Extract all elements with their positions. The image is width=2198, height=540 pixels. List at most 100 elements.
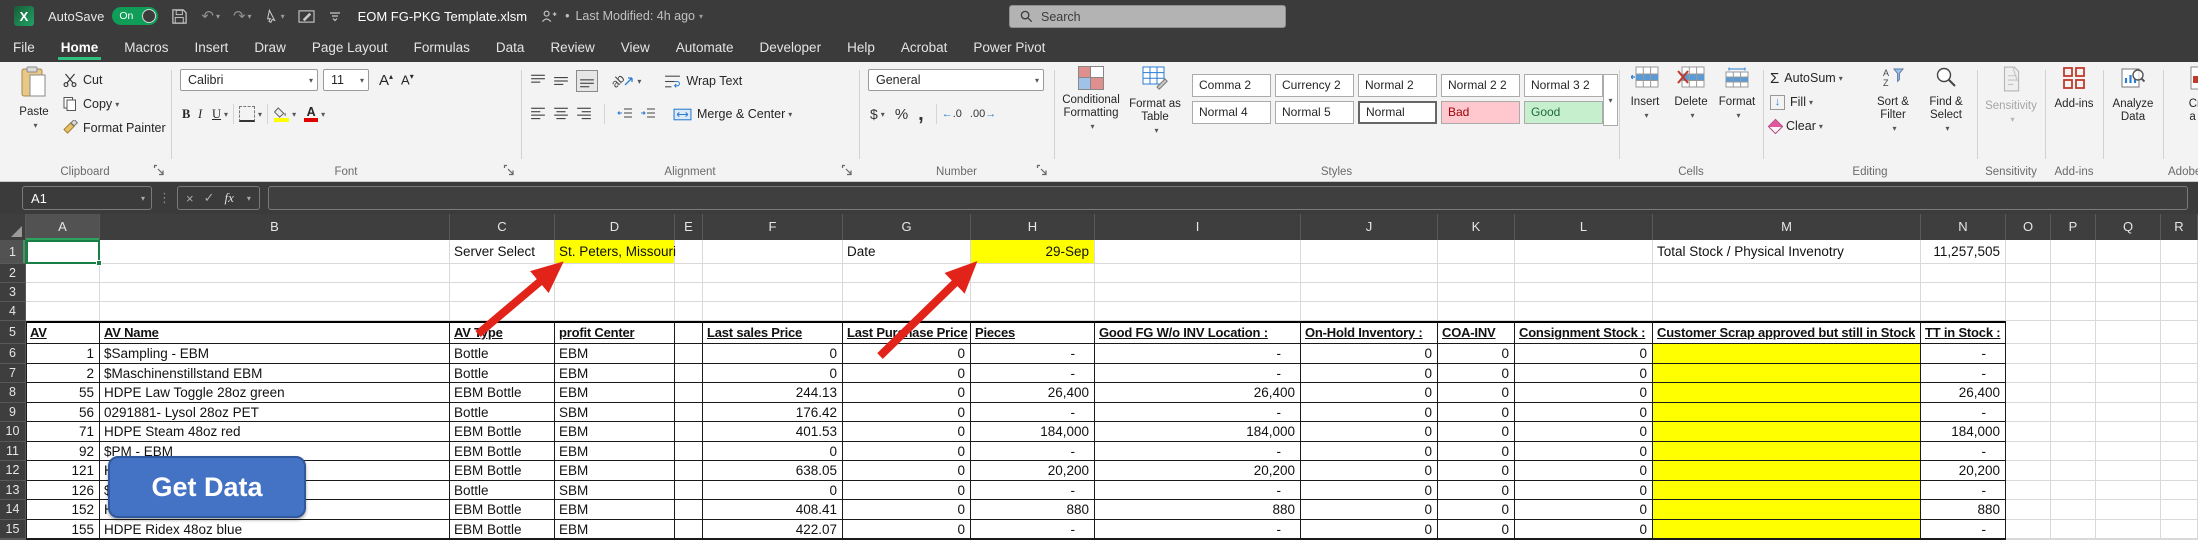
cell-H8[interactable] bbox=[971, 383, 1095, 403]
cell-E6[interactable] bbox=[675, 344, 703, 364]
cell-B15[interactable] bbox=[100, 520, 450, 540]
cell-G13[interactable] bbox=[843, 481, 971, 501]
name-box-splitter[interactable]: ⋮ bbox=[158, 190, 171, 206]
col-header-K[interactable]: K bbox=[1438, 214, 1515, 240]
cell-R8[interactable] bbox=[2161, 383, 2198, 403]
cell-I1[interactable] bbox=[1095, 240, 1301, 264]
cell-O11[interactable] bbox=[2006, 442, 2051, 462]
cell-Q13[interactable] bbox=[2096, 481, 2161, 501]
cell-N2[interactable] bbox=[1921, 264, 2006, 283]
col-header-E[interactable]: E bbox=[675, 214, 703, 240]
cell-E12[interactable] bbox=[675, 461, 703, 481]
cell-M11[interactable] bbox=[1653, 442, 1921, 462]
fill-color-button[interactable] bbox=[273, 107, 289, 122]
cell-M3[interactable] bbox=[1653, 283, 1921, 302]
alignment-dialog-launcher[interactable] bbox=[841, 164, 855, 178]
cell-E7[interactable] bbox=[675, 364, 703, 384]
cell-Q8[interactable] bbox=[2096, 383, 2161, 403]
cell-A12[interactable] bbox=[26, 461, 100, 481]
cell-A7[interactable] bbox=[26, 364, 100, 384]
cell-K6[interactable] bbox=[1438, 344, 1515, 364]
cell-B7[interactable] bbox=[100, 364, 450, 384]
cell-H5[interactable] bbox=[971, 321, 1095, 344]
cell-K5[interactable] bbox=[1438, 321, 1515, 344]
bold-button[interactable]: B bbox=[182, 107, 198, 122]
cell-H10[interactable] bbox=[971, 422, 1095, 442]
cell-O4[interactable] bbox=[2006, 302, 2051, 321]
search-input[interactable]: Search bbox=[1009, 5, 1286, 28]
cell-Q15[interactable] bbox=[2096, 520, 2161, 540]
cell-E14[interactable] bbox=[675, 500, 703, 520]
orientation-button[interactable]: ab ▾ bbox=[611, 74, 641, 88]
cell-R3[interactable] bbox=[2161, 283, 2198, 302]
cell-N3[interactable] bbox=[1921, 283, 2006, 302]
style-normal-3-2[interactable]: Normal 3 2 bbox=[1524, 74, 1603, 97]
cell-A11[interactable] bbox=[26, 442, 100, 462]
cell-H15[interactable] bbox=[971, 520, 1095, 540]
cell-N8[interactable] bbox=[1921, 383, 2006, 403]
cell-P8[interactable] bbox=[2051, 383, 2096, 403]
cell-H7[interactable] bbox=[971, 364, 1095, 384]
cell-C5[interactable] bbox=[450, 321, 555, 344]
cell-C6[interactable] bbox=[450, 344, 555, 364]
style-normal-2-2[interactable]: Normal 2 2 bbox=[1441, 74, 1520, 97]
select-all-corner[interactable] bbox=[0, 214, 26, 240]
row-header-15[interactable]: 15 bbox=[0, 520, 26, 540]
cell-C13[interactable] bbox=[450, 481, 555, 501]
cell-P13[interactable] bbox=[2051, 481, 2096, 501]
cell-O1[interactable] bbox=[2006, 240, 2051, 264]
col-header-L[interactable]: L bbox=[1515, 214, 1653, 240]
last-modified-label[interactable]: Last Modified: 4h ago bbox=[575, 9, 695, 23]
cell-G5[interactable] bbox=[843, 321, 971, 344]
cell-I13[interactable] bbox=[1095, 481, 1301, 501]
insert-function-icon[interactable]: fx bbox=[225, 190, 234, 206]
fill-handle[interactable] bbox=[96, 260, 102, 266]
col-header-M[interactable]: M bbox=[1653, 214, 1921, 240]
cell-C10[interactable] bbox=[450, 422, 555, 442]
cell-H9[interactable] bbox=[971, 403, 1095, 423]
cell-D6[interactable] bbox=[555, 344, 675, 364]
cell-A3[interactable] bbox=[26, 283, 100, 302]
tab-page-layout[interactable]: Page Layout bbox=[299, 32, 401, 62]
row-header-11[interactable]: 11 bbox=[0, 442, 26, 462]
cell-G14[interactable] bbox=[843, 500, 971, 520]
cell-E11[interactable] bbox=[675, 442, 703, 462]
tab-data[interactable]: Data bbox=[483, 32, 538, 62]
cell-N13[interactable] bbox=[1921, 481, 2006, 501]
cell-R6[interactable] bbox=[2161, 344, 2198, 364]
cell-P3[interactable] bbox=[2051, 283, 2096, 302]
row-header-12[interactable]: 12 bbox=[0, 461, 26, 481]
cell-O5[interactable] bbox=[2006, 321, 2051, 344]
formula-bar-chevron[interactable]: ▾ bbox=[247, 194, 251, 203]
cell-C11[interactable] bbox=[450, 442, 555, 462]
touch-mode-icon[interactable]: ▾ bbox=[265, 9, 285, 24]
col-header-R[interactable]: R bbox=[2161, 214, 2198, 240]
cell-M4[interactable] bbox=[1653, 302, 1921, 321]
style-currency-2[interactable]: Currency 2 bbox=[1275, 74, 1354, 97]
cell-I9[interactable] bbox=[1095, 403, 1301, 423]
cell-R1[interactable] bbox=[2161, 240, 2198, 264]
cell-O10[interactable] bbox=[2006, 422, 2051, 442]
align-bottom-icon[interactable] bbox=[576, 70, 598, 92]
cell-O12[interactable] bbox=[2006, 461, 2051, 481]
underline-dropdown[interactable]: ▾ bbox=[224, 110, 228, 119]
cell-B2[interactable] bbox=[100, 264, 450, 283]
cell-K13[interactable] bbox=[1438, 481, 1515, 501]
cell-F9[interactable] bbox=[703, 403, 843, 423]
style-normal-5[interactable]: Normal 5 bbox=[1275, 101, 1354, 124]
cell-B9[interactable] bbox=[100, 403, 450, 423]
col-header-O[interactable]: O bbox=[2006, 214, 2051, 240]
col-header-N[interactable]: N bbox=[1921, 214, 2006, 240]
cell-R2[interactable] bbox=[2161, 264, 2198, 283]
decrease-decimal-button[interactable]: .00→ bbox=[970, 108, 996, 120]
cell-M1[interactable] bbox=[1653, 240, 1921, 264]
cell-N10[interactable] bbox=[1921, 422, 2006, 442]
cell-H3[interactable] bbox=[971, 283, 1095, 302]
cell-M13[interactable] bbox=[1653, 481, 1921, 501]
cell-O9[interactable] bbox=[2006, 403, 2051, 423]
copy-button[interactable]: Copy▾ bbox=[62, 92, 166, 116]
cell-O15[interactable] bbox=[2006, 520, 2051, 540]
cell-K8[interactable] bbox=[1438, 383, 1515, 403]
cell-E4[interactable] bbox=[675, 302, 703, 321]
cell-O14[interactable] bbox=[2006, 500, 2051, 520]
